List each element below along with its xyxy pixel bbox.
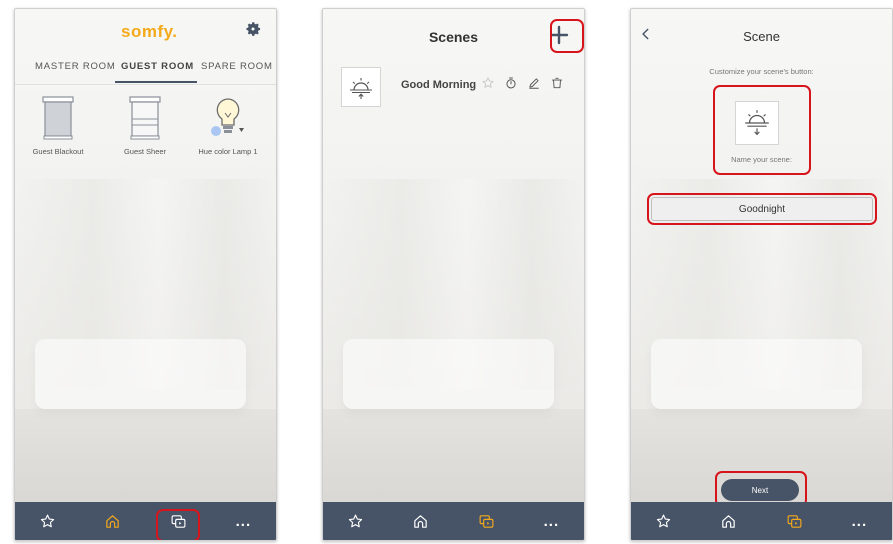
phone-screen-new-scene: Scene Customize your scene's button: Nam… xyxy=(630,8,893,541)
nav-favorites[interactable] xyxy=(28,506,68,536)
delete-icon[interactable] xyxy=(550,76,564,90)
phone-screen-home: somfy. I MASTER ROOM GUEST ROOM SPARE RO… xyxy=(14,8,277,541)
nav-more[interactable]: ... xyxy=(223,506,263,536)
bottom-nav: ... xyxy=(631,502,892,540)
star-icon xyxy=(656,514,671,527)
device-label: Guest Blackout xyxy=(32,147,84,156)
more-icon: ... xyxy=(851,512,868,530)
star-icon xyxy=(40,514,55,527)
background-sofa xyxy=(343,339,554,409)
nav-more[interactable]: ... xyxy=(531,506,571,536)
more-icon: ... xyxy=(235,512,252,530)
nav-home[interactable] xyxy=(709,506,749,536)
scenes-icon xyxy=(787,514,802,528)
phone-screen-scenes: Scenes Good Morning ... xyxy=(322,8,585,541)
scene-name-input[interactable] xyxy=(651,197,873,221)
device-hue-lamp[interactable]: Hue color Lamp 1 xyxy=(193,95,263,156)
room-tabs: I MASTER ROOM GUEST ROOM SPARE ROOM xyxy=(15,57,276,85)
active-tab-indicator xyxy=(115,81,197,83)
background-sofa xyxy=(651,339,862,409)
bottom-nav: ... xyxy=(15,502,276,540)
scenes-icon xyxy=(171,514,186,528)
next-button[interactable]: Next xyxy=(721,479,799,501)
star-icon[interactable] xyxy=(481,76,495,90)
nav-home[interactable] xyxy=(93,506,133,536)
scene-icon-tile xyxy=(341,67,381,107)
nav-home[interactable] xyxy=(401,506,441,536)
app-header: somfy. xyxy=(15,9,276,49)
more-icon: ... xyxy=(543,512,560,530)
page-title: Scenes xyxy=(428,29,479,45)
background-sofa xyxy=(35,339,246,409)
scene-item-good-morning[interactable]: Good Morning xyxy=(341,67,576,107)
home-icon xyxy=(722,514,736,528)
timer-icon[interactable] xyxy=(504,76,518,90)
scenes-icon xyxy=(479,514,494,528)
gear-icon[interactable] xyxy=(244,20,262,38)
scene-icon-picker[interactable] xyxy=(735,101,779,145)
bottom-nav: ... xyxy=(323,502,584,540)
page-title: Scene xyxy=(743,29,780,44)
device-label: Hue color Lamp 1 xyxy=(198,147,258,156)
device-guest-blackout[interactable]: Guest Blackout xyxy=(23,95,93,156)
device-guest-sheer[interactable]: Guest Sheer xyxy=(110,95,180,156)
nav-scenes[interactable] xyxy=(774,506,814,536)
tabs-divider xyxy=(15,84,276,85)
edit-icon[interactable] xyxy=(527,76,541,90)
blind-closed-icon xyxy=(42,96,74,140)
scene-name: Good Morning xyxy=(401,79,477,91)
blind-sheer-icon xyxy=(129,96,161,140)
home-icon xyxy=(414,514,428,528)
somfy-logo: somfy. xyxy=(121,22,178,41)
nav-favorites[interactable] xyxy=(644,506,684,536)
sunrise-icon xyxy=(350,78,372,99)
device-label: Guest Sheer xyxy=(123,147,167,156)
name-scene-label: Name your scene: xyxy=(731,155,792,164)
tab-master-room[interactable]: MASTER ROOM xyxy=(35,61,116,72)
sunset-icon xyxy=(745,110,769,136)
lightbulb-icon xyxy=(211,98,244,136)
home-icon xyxy=(106,514,120,528)
customize-instruction: Customize your scene's button: xyxy=(709,67,814,76)
nav-favorites[interactable] xyxy=(336,506,376,536)
nav-more[interactable]: ... xyxy=(839,506,879,536)
add-scene-icon[interactable] xyxy=(547,23,571,47)
nav-scenes[interactable] xyxy=(466,506,506,536)
tab-guest-room[interactable]: GUEST ROOM xyxy=(121,61,194,72)
nav-scenes[interactable] xyxy=(158,506,198,536)
scene-actions xyxy=(481,76,564,90)
tab-spare-room[interactable]: SPARE ROOM xyxy=(201,61,273,72)
star-icon xyxy=(348,514,363,527)
